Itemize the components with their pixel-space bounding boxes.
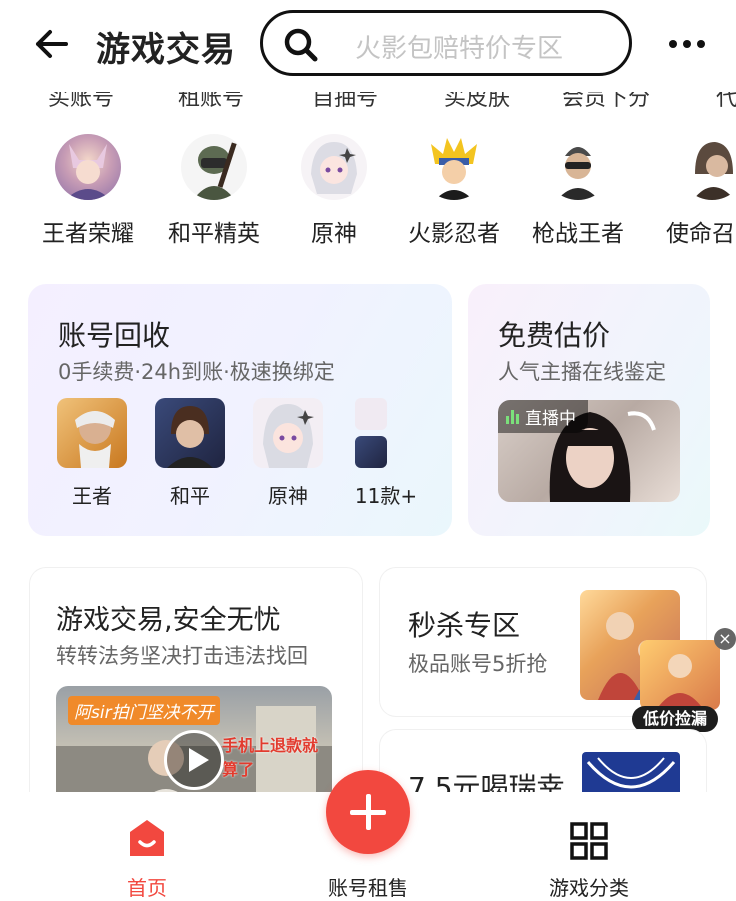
search-placeholder: 火影包赔特价专区: [355, 34, 564, 64]
search-input[interactable]: 火影包赔特价专区: [260, 10, 632, 76]
publish-plus-button[interactable]: [326, 770, 410, 854]
wangzhe-thumb: [57, 398, 127, 468]
floating-ad-art[interactable]: [640, 640, 720, 710]
free-estimate-card[interactable]: 免费估价 人气主播在线鉴定 直播中: [468, 284, 710, 536]
floating-ad-tag[interactable]: 低价捡漏: [632, 706, 718, 732]
estimate-title: 免费估价: [498, 319, 611, 352]
game-list: 王者荣耀 和平精英 原神 火影忍者 枪战王者 使命召唤: [0, 134, 736, 254]
game-cod[interactable]: 使命召唤: [652, 134, 736, 248]
game-label: 王者荣耀: [42, 221, 134, 247]
video-caption: 阿sir拍门坚决不开: [68, 696, 220, 725]
grid-icon: [570, 822, 608, 860]
back-arrow-icon[interactable]: [30, 24, 74, 64]
live-badge-label: 直播中: [525, 409, 576, 429]
recycle-item-wangzhe[interactable]: 王者: [52, 398, 132, 509]
page-title: 游戏交易: [96, 30, 236, 70]
more-thumb-1: [355, 398, 387, 430]
nav-rent-label: 账号租售: [328, 876, 408, 900]
game-label: 火影忍者: [408, 221, 500, 247]
recycle-title: 账号回收: [58, 319, 171, 352]
home-icon: [128, 818, 166, 858]
game-genshin[interactable]: 原神: [274, 134, 394, 248]
recycle-item-label: 11款+: [354, 484, 418, 508]
video-thumbnail[interactable]: 阿sir拍门坚决不开 手机上退款就算了: [56, 686, 332, 808]
play-icon[interactable]: [164, 730, 224, 790]
live-badge: 直播中: [498, 400, 588, 433]
header: 游戏交易 火影包赔特价专区: [0, 0, 736, 92]
nav-home-label: 首页: [127, 876, 167, 900]
recycle-item-label: 王者: [72, 484, 112, 508]
game-peace-elite[interactable]: 和平精英: [154, 134, 274, 248]
recycle-item-more[interactable]: 11款+: [346, 398, 426, 509]
video-caption-secondary: 手机上退款就算了: [222, 736, 319, 779]
cf-avatar: [545, 134, 611, 200]
game-label: 枪战王者: [532, 221, 624, 247]
heping-thumb: [155, 398, 225, 468]
recycle-item-heping[interactable]: 和平: [150, 398, 230, 509]
more-icon[interactable]: [662, 24, 712, 64]
yuanshen-thumb: [253, 398, 323, 468]
safe-title: 游戏交易,安全无忧: [56, 605, 281, 636]
recycle-item-label: 原神: [268, 484, 308, 508]
live-stream-thumbnail[interactable]: 直播中: [498, 400, 680, 502]
game-cf[interactable]: 枪战王者: [518, 134, 638, 248]
estimate-subtitle: 人气主播在线鉴定: [498, 360, 666, 384]
game-label: 和平精英: [168, 221, 260, 247]
genshin-avatar: [301, 134, 367, 200]
game-label: 使命召唤: [666, 221, 736, 247]
safe-subtitle: 转转法务坚决打击违法找回: [56, 644, 308, 668]
safe-trade-card[interactable]: 游戏交易,安全无忧 转转法务坚决打击违法找回 阿sir拍门坚决不开 手机上退款就…: [30, 568, 362, 808]
live-bars-icon: [506, 409, 519, 424]
more-thumb-2: [355, 436, 387, 468]
recycle-item-yuanshen[interactable]: 原神: [248, 398, 328, 509]
game-honor-of-kings[interactable]: 王者荣耀: [28, 134, 148, 248]
game-label: 原神: [311, 221, 357, 247]
cod-avatar: [679, 134, 736, 200]
recycle-item-label: 和平: [170, 484, 210, 508]
recycle-subtitle: 0手续费·24h到账·极速换绑定: [58, 360, 335, 384]
seckill-subtitle: 极品账号5折抢: [408, 652, 548, 676]
honor-of-kings-avatar: [55, 134, 121, 200]
peace-elite-avatar: [181, 134, 247, 200]
seckill-title: 秒杀专区: [408, 609, 521, 642]
account-recycle-card[interactable]: 账号回收 0手续费·24h到账·极速换绑定 王者 和平 原神 11款+: [28, 284, 452, 536]
game-naruto[interactable]: 火影忍者: [394, 134, 514, 248]
close-icon[interactable]: ×: [714, 628, 736, 650]
search-icon: [283, 27, 319, 63]
naruto-avatar: [421, 134, 487, 200]
nav-category-label: 游戏分类: [549, 876, 629, 900]
